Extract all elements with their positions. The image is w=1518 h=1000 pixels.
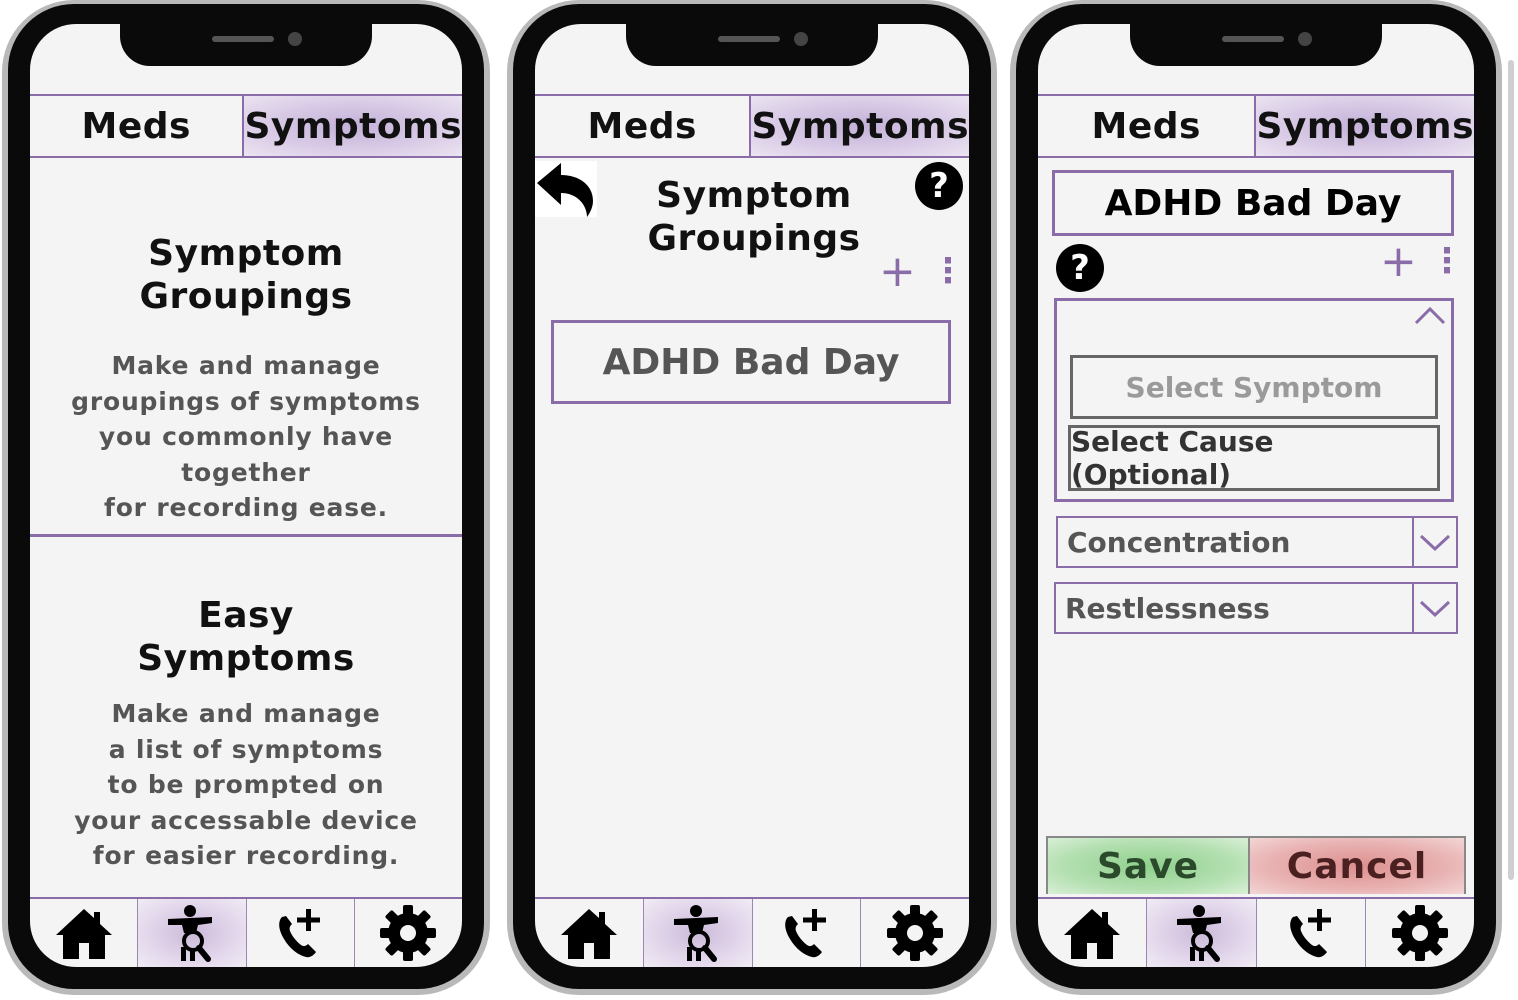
grouping-name-value: ADHD Bad Day xyxy=(1104,182,1402,224)
home-icon xyxy=(55,909,112,959)
select-symptom-placeholder: Select Symptom xyxy=(1125,370,1383,404)
tab-bar: Meds Symptoms xyxy=(1038,94,1474,158)
speaker xyxy=(718,36,780,42)
help-icon[interactable]: ? xyxy=(1056,244,1104,292)
tab-meds[interactable]: Meds xyxy=(535,96,749,156)
camera xyxy=(288,32,302,46)
phone-bezel: Meds Symptoms Symptom Groupings ? + ⋮ AD… xyxy=(513,4,991,989)
nav-symptoms[interactable] xyxy=(642,899,752,967)
notch xyxy=(120,24,372,66)
symptom-search-icon xyxy=(1177,905,1222,962)
cancel-button[interactable]: Cancel xyxy=(1250,838,1464,894)
bottom-nav xyxy=(30,897,462,967)
phone-bezel: Meds Symptoms Symptom Groupings Make and… xyxy=(8,4,484,989)
collapse-button[interactable] xyxy=(1413,303,1447,329)
symptom-search-icon xyxy=(167,905,212,962)
nav-settings[interactable] xyxy=(353,899,462,967)
phone-bezel: Meds Symptoms ADHD Bad Day ? + ⋮ Select … xyxy=(1016,4,1496,989)
chevron-down-icon xyxy=(1419,600,1451,618)
tab-meds[interactable]: Meds xyxy=(1038,96,1254,156)
symptom-dropdown-restlessness[interactable]: Restlessness xyxy=(1054,582,1458,634)
camera xyxy=(1298,32,1312,46)
action-buttons: Save Cancel xyxy=(1046,836,1466,894)
easy-symptoms-description: Make and manage a list of symptoms to be… xyxy=(74,699,418,870)
tab-bar: Meds Symptoms xyxy=(535,94,969,158)
gear-icon xyxy=(887,905,944,961)
groupings-description: Make and manage groupings of symptoms yo… xyxy=(71,351,421,522)
gear-icon xyxy=(1391,905,1448,961)
grouping-name-field[interactable]: ADHD Bad Day xyxy=(1052,170,1454,236)
tab-bar: Meds Symptoms xyxy=(30,94,462,158)
screen-symptoms-home: Meds Symptoms Symptom Groupings Make and… xyxy=(30,24,462,967)
symptom-name: Restlessness xyxy=(1065,591,1270,625)
screen-symptom-groupings: Meds Symptoms Symptom Groupings ? + ⋮ AD… xyxy=(535,24,969,967)
nav-home[interactable] xyxy=(535,899,643,967)
tab-symptoms[interactable]: Symptoms xyxy=(749,96,969,156)
bottom-nav xyxy=(1038,897,1474,967)
notch xyxy=(1130,24,1382,66)
home-icon xyxy=(1064,909,1121,959)
symptom-name: Concentration xyxy=(1067,525,1291,559)
chevron-down-icon xyxy=(1419,534,1451,552)
bottom-nav xyxy=(535,897,969,967)
nav-home[interactable] xyxy=(30,899,137,967)
more-options-button[interactable]: ⋮ xyxy=(931,254,965,288)
nav-call[interactable] xyxy=(751,899,861,967)
dropdown-toggle[interactable] xyxy=(1412,518,1456,566)
camera xyxy=(794,32,808,46)
more-options-button[interactable]: ⋮ xyxy=(1430,244,1464,278)
nav-symptoms[interactable] xyxy=(1146,899,1256,967)
add-symptom-button[interactable]: + xyxy=(1380,240,1417,284)
tab-symptoms[interactable]: Symptoms xyxy=(242,96,462,156)
nav-home[interactable] xyxy=(1038,899,1146,967)
phone-3: Meds Symptoms ADHD Bad Day ? + ⋮ Select … xyxy=(1010,0,1502,995)
phone-add-icon xyxy=(279,909,321,958)
select-cause-field[interactable]: Select Cause (Optional) xyxy=(1068,425,1440,491)
edge-decoration xyxy=(1508,60,1514,880)
select-symptom-field[interactable]: Select Symptom xyxy=(1070,355,1438,419)
tab-meds[interactable]: Meds xyxy=(30,96,242,156)
phone-1: Meds Symptoms Symptom Groupings Make and… xyxy=(2,0,490,995)
nav-settings[interactable] xyxy=(860,899,969,967)
gear-icon xyxy=(380,905,437,961)
new-symptom-panel: Select Symptom Select Cause (Optional) xyxy=(1054,298,1454,502)
nav-call[interactable] xyxy=(245,899,354,967)
notch xyxy=(626,24,878,66)
phone-add-icon xyxy=(785,909,827,958)
grouping-item-label: ADHD Bad Day xyxy=(602,341,900,383)
symptom-search-icon xyxy=(673,905,718,962)
help-icon[interactable]: ? xyxy=(915,162,963,210)
section-divider xyxy=(30,534,462,537)
easy-symptoms-title: Easy Symptoms xyxy=(137,595,355,679)
symptom-dropdown-concentration[interactable]: Concentration xyxy=(1056,516,1458,568)
phone-add-icon xyxy=(1289,909,1331,958)
nav-symptoms[interactable] xyxy=(137,899,246,967)
save-button[interactable]: Save xyxy=(1048,838,1250,894)
tab-symptoms[interactable]: Symptoms xyxy=(1254,96,1474,156)
grouping-item[interactable]: ADHD Bad Day xyxy=(551,320,951,404)
select-cause-label: Select Cause (Optional) xyxy=(1071,425,1274,491)
speaker xyxy=(212,36,274,42)
screen-edit-grouping: Meds Symptoms ADHD Bad Day ? + ⋮ Select … xyxy=(1038,24,1474,967)
dropdown-toggle[interactable] xyxy=(1412,584,1456,632)
add-grouping-button[interactable]: + xyxy=(879,250,916,294)
speaker xyxy=(1222,36,1284,42)
groupings-title: Symptom Groupings xyxy=(139,233,353,317)
nav-call[interactable] xyxy=(1255,899,1365,967)
chevron-up-icon xyxy=(1414,306,1446,325)
phone-2: Meds Symptoms Symptom Groupings ? + ⋮ AD… xyxy=(507,0,997,995)
nav-settings[interactable] xyxy=(1364,899,1474,967)
home-icon xyxy=(560,909,617,959)
